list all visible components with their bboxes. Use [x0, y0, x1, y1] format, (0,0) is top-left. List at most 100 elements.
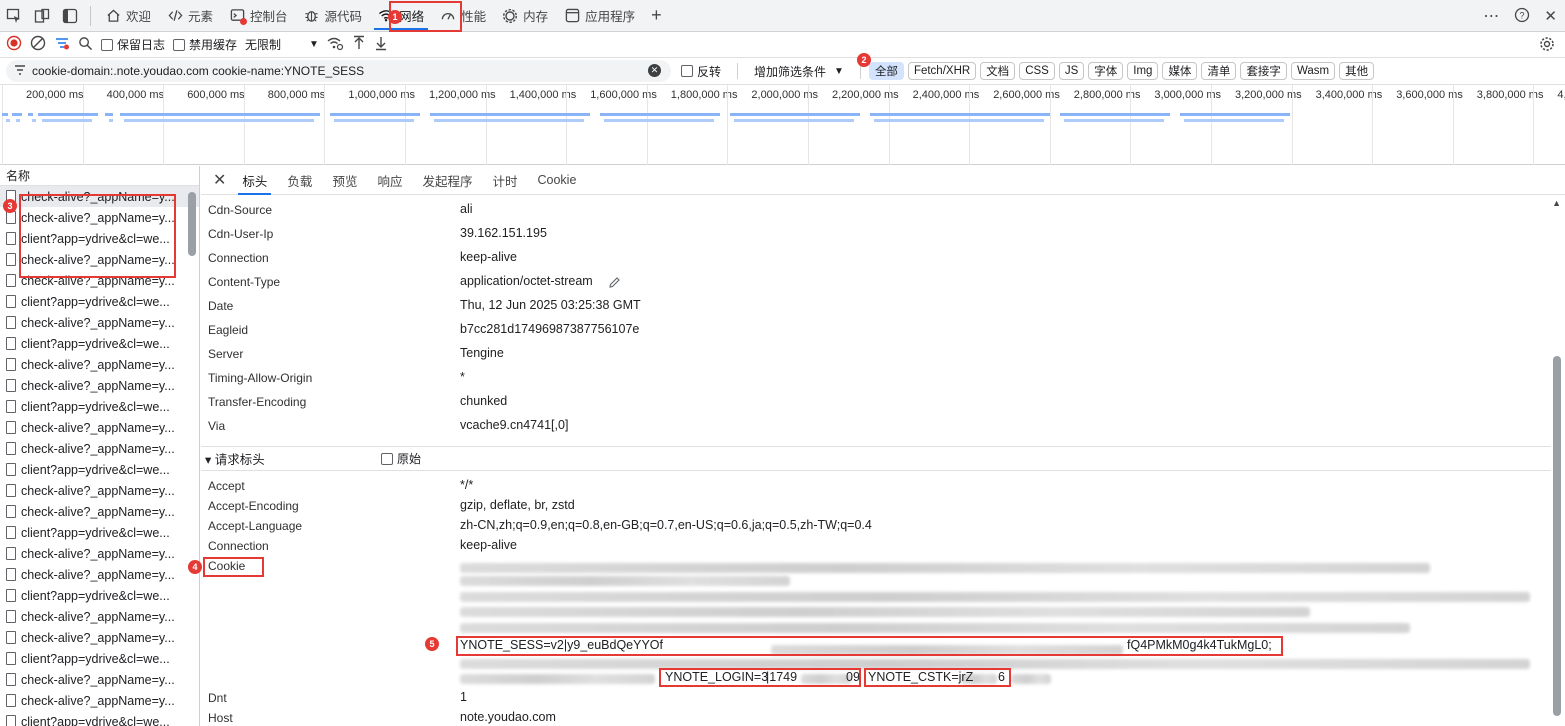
request-row[interactable]: client?app=ydrive&cl=we... — [0, 711, 199, 726]
tab-welcome[interactable]: 欢迎 — [97, 0, 159, 32]
inspect-element-icon[interactable] — [0, 0, 28, 32]
request-row[interactable]: client?app=ydrive&cl=we... — [0, 291, 199, 312]
add-tab-plus-icon[interactable]: + — [643, 5, 670, 26]
detail-tab-headers[interactable]: 标头 — [232, 166, 277, 195]
detail-tab-response[interactable]: 响应 — [367, 166, 412, 195]
network-overview-timeline[interactable]: 200,000 ms 400,000 ms 600,000 ms 800,000 ms… — [0, 85, 1565, 165]
type-filter-socket[interactable]: 套接字 — [1240, 62, 1287, 80]
type-filter-fetch-xhr[interactable]: Fetch/XHR — [907, 62, 977, 80]
filter-settings-icon[interactable] — [54, 35, 70, 54]
more-options-icon[interactable]: ⋯ — [1483, 6, 1500, 26]
detail-tab-payload[interactable]: 负载 — [277, 166, 322, 195]
search-icon[interactable] — [78, 36, 93, 54]
detail-scrollbar[interactable] — [1553, 356, 1561, 716]
type-filter-wasm[interactable]: Wasm — [1290, 62, 1336, 80]
timeline-gridline — [646, 85, 648, 165]
more-filters-dropdown[interactable]: 增加筛选条件 ▼ — [754, 63, 844, 80]
detail-tab-timing[interactable]: 计时 — [482, 166, 527, 195]
timeline-request-bar — [334, 119, 414, 122]
close-detail-icon[interactable]: ✕ — [213, 170, 232, 190]
type-filter-img[interactable]: Img — [1127, 62, 1159, 80]
type-filter-font[interactable]: 字体 — [1088, 62, 1124, 80]
request-row[interactable]: check-alive?_appName=y... — [0, 690, 199, 711]
clear-filter-icon[interactable]: ✕ — [648, 64, 661, 77]
tab-memory[interactable]: 内存 — [494, 0, 556, 32]
document-icon — [6, 715, 16, 726]
request-row[interactable]: check-alive?_appName=y... — [0, 417, 199, 438]
record-icon[interactable] — [6, 35, 22, 54]
type-filter-js[interactable]: JS — [1058, 62, 1085, 80]
request-row[interactable]: check-alive?_appName=y... — [0, 438, 199, 459]
request-list-scrollbar[interactable] — [188, 192, 196, 256]
disable-cache-checkbox[interactable]: 禁用缓存 — [173, 36, 237, 53]
request-row[interactable]: check-alive?_appName=y... — [0, 543, 199, 564]
request-row[interactable]: check-alive?_appName=y... — [0, 354, 199, 375]
filter-input[interactable]: cookie-domain:.note.youdao.com cookie-na… — [6, 60, 671, 82]
header-name: Via — [208, 419, 226, 433]
tab-sources[interactable]: 源代码 — [296, 0, 371, 32]
edit-pencil-icon[interactable] — [608, 276, 621, 292]
checkbox-box[interactable] — [381, 452, 393, 465]
close-devtools-icon[interactable]: ✕ — [1544, 7, 1557, 25]
invert-checkbox[interactable]: 反转 — [681, 63, 721, 80]
request-name: check-alive?_appName=y... — [21, 420, 175, 435]
request-row[interactable]: check-alive?_appName=y... — [0, 480, 199, 501]
device-toolbar-icon[interactable] — [28, 0, 56, 32]
tab-application[interactable]: 应用程序 — [556, 0, 643, 32]
timeline-gridline — [82, 85, 84, 165]
request-row[interactable]: check-alive?_appName=y... — [0, 606, 199, 627]
detail-tab-preview[interactable]: 预览 — [322, 166, 367, 195]
raw-headers-checkbox[interactable]: 原始 — [381, 450, 421, 467]
type-filter-manifest[interactable]: 清单 — [1201, 62, 1237, 80]
detail-scroll-up-icon[interactable]: ▲ — [1552, 198, 1561, 208]
request-row[interactable]: check-alive?_appName=y... — [0, 564, 199, 585]
export-har-icon[interactable] — [374, 35, 388, 54]
preserve-log-checkbox[interactable]: 保留日志 — [101, 36, 165, 53]
request-row[interactable]: check-alive?_appName=y... — [0, 669, 199, 690]
timeline-request-bar — [604, 119, 714, 122]
request-row[interactable]: client?app=ydrive&cl=we... — [0, 396, 199, 417]
request-headers-section[interactable]: ▾ 请求标头 原始 — [201, 446, 1551, 471]
request-name: client?app=ydrive&cl=we... — [21, 588, 170, 603]
detail-tab-initiator[interactable]: 发起程序 — [412, 166, 482, 195]
request-name: check-alive?_appName=y... — [21, 609, 175, 624]
request-name: check-alive?_appName=y... — [21, 357, 175, 372]
request-row[interactable]: check-alive?_appName=y... — [0, 312, 199, 333]
clear-icon[interactable] — [30, 35, 46, 54]
request-row[interactable]: client?app=ydrive&cl=we... — [0, 333, 199, 354]
network-settings-gear-icon[interactable] — [1539, 36, 1555, 55]
header-value: 1 — [460, 690, 467, 704]
type-filter-css[interactable]: CSS — [1019, 62, 1055, 80]
document-icon — [6, 379, 16, 392]
header-name: Eagleid — [208, 323, 249, 337]
type-filter-doc[interactable]: 文档 — [980, 62, 1016, 80]
tab-console[interactable]: 控制台 — [221, 0, 296, 32]
checkbox-box[interactable] — [681, 65, 693, 77]
import-har-icon[interactable] — [352, 35, 366, 54]
request-list-header[interactable]: 名称 — [0, 166, 199, 186]
help-icon[interactable]: ? — [1514, 7, 1530, 26]
request-row[interactable]: check-alive?_appName=y... — [0, 627, 199, 648]
request-row[interactable]: client?app=ydrive&cl=we... — [0, 522, 199, 543]
document-icon — [6, 421, 16, 434]
detail-tab-cookies[interactable]: Cookie — [528, 166, 587, 195]
request-row[interactable]: client?app=ydrive&cl=we... — [0, 585, 199, 606]
request-row[interactable]: check-alive?_appName=y... — [0, 375, 199, 396]
timeline-request-bar — [330, 113, 420, 116]
dock-side-icon[interactable] — [56, 0, 84, 32]
type-filter-all[interactable]: 全部 — [868, 62, 904, 80]
request-row[interactable]: check-alive?_appName=y... — [0, 501, 199, 522]
checkbox-box[interactable] — [173, 38, 186, 51]
throttle-dropdown[interactable]: 无限制 ▼ — [245, 36, 319, 53]
type-filter-media[interactable]: 媒体 — [1162, 62, 1198, 80]
checkbox-box[interactable] — [101, 38, 113, 51]
document-icon — [6, 274, 16, 287]
network-conditions-icon[interactable] — [327, 35, 344, 54]
console-icon — [229, 8, 248, 25]
request-row[interactable]: client?app=ydrive&cl=we... — [0, 648, 199, 669]
request-row[interactable]: client?app=ydrive&cl=we... — [0, 459, 199, 480]
timeline-gridline — [888, 85, 890, 165]
type-filter-other[interactable]: 其他 — [1339, 62, 1375, 80]
timeline-gridline — [2, 85, 3, 165]
tab-elements[interactable]: 元素 — [159, 0, 221, 32]
